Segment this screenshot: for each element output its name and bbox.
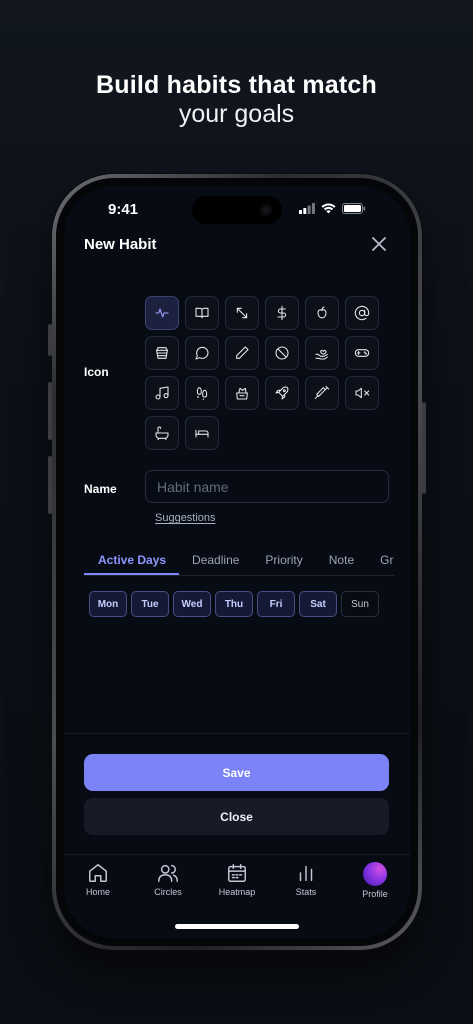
pencil-icon xyxy=(236,346,249,359)
icon-option-mute[interactable] xyxy=(345,376,379,410)
nav-label-profile: Profile xyxy=(362,889,388,899)
chat-bubble-icon xyxy=(195,346,209,360)
headline-line-1: Build habits that match xyxy=(95,71,377,99)
phone-volume-down xyxy=(48,456,52,514)
day-toggle-wed[interactable]: Wed xyxy=(173,591,211,617)
dumbbell-icon xyxy=(236,387,248,400)
heart-hand-icon xyxy=(315,349,328,360)
icon-option-activity[interactable] xyxy=(145,296,179,330)
volume-mute-icon xyxy=(355,387,370,399)
active-days-selector: Mon Tue Wed Thu Fri Sat Sun xyxy=(89,591,379,617)
nav-item-home[interactable]: Home xyxy=(68,862,128,897)
nav-item-stats[interactable]: Stats xyxy=(276,862,336,897)
icon-picker-grid xyxy=(145,296,385,450)
icon-option-prohibited[interactable] xyxy=(265,336,299,370)
day-toggle-thu[interactable]: Thu xyxy=(215,591,253,617)
nav-item-heatmap[interactable]: Heatmap xyxy=(207,862,267,897)
tab-active-days[interactable]: Active Days xyxy=(84,546,180,575)
close-icon[interactable] xyxy=(370,235,388,253)
icon-option-gamepad[interactable] xyxy=(345,336,379,370)
icon-option-rocket[interactable] xyxy=(265,376,299,410)
signal-icon xyxy=(299,203,315,214)
battery-icon xyxy=(342,203,366,214)
tab-priority[interactable]: Priority xyxy=(252,546,315,575)
close-button[interactable]: Close xyxy=(84,798,389,835)
dollar-icon xyxy=(277,305,287,321)
dynamic-island xyxy=(192,196,282,224)
icon-option-chat[interactable] xyxy=(185,336,219,370)
phone-silent-switch xyxy=(48,324,52,356)
users-icon xyxy=(158,864,178,882)
icon-label: Icon xyxy=(84,365,109,379)
phone-screen: 9:41 New Habit Icon Name Suggestions Act… xyxy=(64,186,410,938)
icon-option-arrows[interactable] xyxy=(225,296,259,330)
nav-item-profile[interactable]: Profile xyxy=(345,862,405,899)
phone-volume-up xyxy=(48,382,52,440)
bed-icon xyxy=(195,429,209,438)
arrows-diagonal-icon xyxy=(236,307,248,319)
tab-note[interactable]: Note xyxy=(316,546,367,575)
home-icon xyxy=(89,864,107,882)
headline-line-2: your goals xyxy=(178,100,295,128)
tab-group[interactable]: Gro xyxy=(367,546,394,575)
syringe-icon xyxy=(314,385,330,399)
avatar xyxy=(363,862,387,886)
gamepad-icon xyxy=(354,349,370,357)
suggestions-link[interactable]: Suggestions xyxy=(155,512,216,524)
phone-power-button xyxy=(422,402,426,494)
sheet-title: New Habit xyxy=(84,236,157,253)
divider xyxy=(64,733,410,734)
save-button[interactable]: Save xyxy=(84,754,389,791)
bathtub-icon xyxy=(155,426,169,441)
apple-icon xyxy=(317,306,327,319)
day-toggle-mon[interactable]: Mon xyxy=(89,591,127,617)
settings-tabs: Active Days Deadline Priority Note Gro xyxy=(84,546,394,576)
headline: Build habits that match your goals xyxy=(0,70,473,129)
status-icons xyxy=(299,203,366,214)
day-toggle-fri[interactable]: Fri xyxy=(257,591,295,617)
icon-option-dollar[interactable] xyxy=(265,296,299,330)
icon-option-dumbbell[interactable] xyxy=(225,376,259,410)
icon-option-footprints[interactable] xyxy=(185,376,219,410)
rocket-icon xyxy=(275,386,289,400)
at-sign-icon xyxy=(354,305,370,321)
icon-option-cake[interactable] xyxy=(145,336,179,370)
day-toggle-sun[interactable]: Sun xyxy=(341,591,379,617)
music-note-icon xyxy=(155,386,169,400)
icon-option-syringe[interactable] xyxy=(305,376,339,410)
icon-option-apple[interactable] xyxy=(305,296,339,330)
home-indicator xyxy=(175,924,299,929)
icon-option-bed[interactable] xyxy=(185,416,219,450)
nav-label-stats: Stats xyxy=(295,887,317,897)
cake-icon xyxy=(156,347,168,359)
bar-chart-icon xyxy=(299,865,313,882)
nav-label-heatmap: Heatmap xyxy=(218,887,256,897)
icon-option-music[interactable] xyxy=(145,376,179,410)
icon-option-book[interactable] xyxy=(185,296,219,330)
day-toggle-tue[interactable]: Tue xyxy=(131,591,169,617)
habit-name-input[interactable] xyxy=(145,470,389,503)
name-label: Name xyxy=(84,482,117,496)
icon-option-at[interactable] xyxy=(345,296,379,330)
footprints-icon xyxy=(196,387,208,401)
activity-icon xyxy=(155,308,169,318)
icon-option-heart-hand[interactable] xyxy=(305,336,339,370)
nav-label-circles: Circles xyxy=(154,887,182,897)
prohibited-icon xyxy=(275,346,289,360)
calendar-icon xyxy=(228,864,246,882)
status-time: 9:41 xyxy=(108,201,139,218)
day-toggle-sat[interactable]: Sat xyxy=(299,591,337,617)
nav-item-circles[interactable]: Circles xyxy=(138,862,198,897)
icon-option-bathtub[interactable] xyxy=(145,416,179,450)
tab-deadline[interactable]: Deadline xyxy=(179,546,252,575)
icon-option-pencil[interactable] xyxy=(225,336,259,370)
wifi-icon xyxy=(321,203,336,214)
book-icon xyxy=(195,307,209,319)
nav-label-home: Home xyxy=(85,887,110,897)
